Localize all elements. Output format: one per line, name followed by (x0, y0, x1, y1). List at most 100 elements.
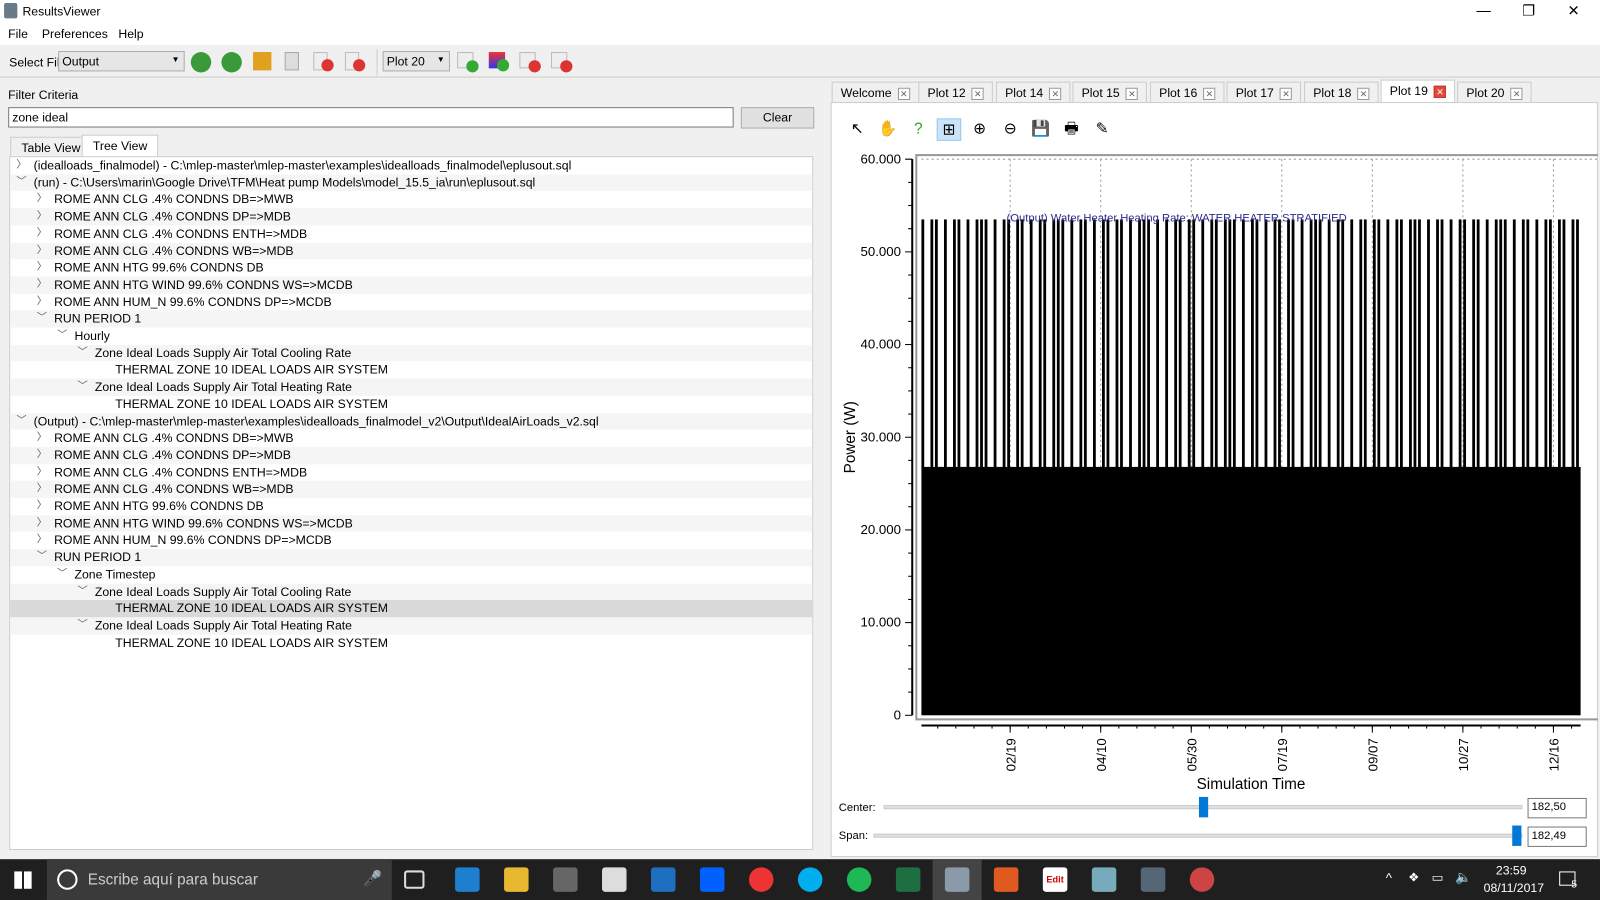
edge-icon[interactable] (455, 867, 480, 892)
clear-button[interactable]: Clear (740, 107, 815, 129)
chevron-right-icon[interactable]: 〉 (37, 259, 47, 276)
minimize-button[interactable]: — (1461, 0, 1506, 22)
chevron-right-icon[interactable]: 〉 (37, 242, 47, 259)
openstudio-icon[interactable] (1140, 867, 1166, 892)
menu-file[interactable]: File (8, 27, 28, 41)
close-tab-icon[interactable]: ✕ (1434, 85, 1447, 98)
save-icon[interactable]: 💾 (1029, 118, 1053, 140)
add-plot-color-icon[interactable] (488, 52, 510, 72)
tree-item[interactable]: ﹀ (Output) - C:\mlep-master\mlep-master\e… (10, 412, 813, 430)
tree-item[interactable]: ﹀ Hourly (10, 328, 812, 345)
select-pointer-icon[interactable]: ↖ (845, 118, 869, 140)
chevron-right-icon[interactable]: 〉 (37, 464, 47, 481)
span-slider-thumb[interactable] (1512, 825, 1522, 846)
close-tab-icon[interactable]: ✕ (897, 87, 910, 100)
chevron-right-icon[interactable]: 〉 (37, 191, 47, 208)
document-icon[interactable] (284, 52, 299, 71)
menu-preferences[interactable]: Preferences (42, 27, 108, 41)
skype-icon[interactable] (797, 867, 823, 892)
spotify-icon[interactable] (846, 867, 872, 892)
resultsviewer-task[interactable] (932, 859, 982, 900)
zoom-box-icon[interactable]: ⊞ (936, 118, 962, 141)
tree-item[interactable]: THERMAL ZONE 10 IDEAL LOADS AIR SYSTEM (10, 396, 812, 413)
windows-start-icon[interactable] (14, 871, 32, 889)
dropbox-tray-icon[interactable]: ❖ (1408, 870, 1419, 884)
task-view-icon[interactable] (404, 870, 425, 889)
chevron-right-icon[interactable]: 〉 (37, 498, 47, 515)
center-spinbox[interactable]: 182,50 (1527, 797, 1587, 819)
file-select[interactable]: Output (58, 51, 185, 72)
chevron-down-icon[interactable]: ﹀ (78, 379, 88, 396)
tree-item[interactable]: ﹀ Zone Timestep (10, 566, 812, 583)
tree-item[interactable]: ﹀ RUN PERIOD 1 (10, 310, 813, 328)
tree-item[interactable]: 〉 ROME ANN HUM_N 99.6% CONDNS DP=>MCDB (10, 293, 812, 310)
file-explorer-icon[interactable] (504, 867, 529, 892)
tree-item[interactable]: 〉 ROME ANN CLG .4% CONDNS DB=>MWB (10, 191, 812, 208)
chevron-down-icon[interactable]: ﹀ (37, 311, 47, 328)
tab-plot-18[interactable]: Plot 18 ✕ (1304, 81, 1379, 103)
show-hidden-icons-icon[interactable]: ^ (1386, 870, 1392, 885)
tree-item[interactable]: 〉 ROME ANN CLG .4% CONDNS DB=>MWB (10, 430, 812, 447)
filter-input[interactable]: zone ideal (8, 107, 734, 128)
chevron-down-icon[interactable]: ﹀ (78, 345, 88, 362)
chevron-right-icon[interactable]: 〉 (16, 157, 26, 174)
chevron-right-icon[interactable]: 〉 (37, 532, 47, 549)
close-tab-icon[interactable]: ✕ (1279, 87, 1293, 100)
clock-time[interactable]: 23:59 (1496, 863, 1527, 877)
chrome-icon[interactable] (748, 867, 774, 892)
defender-icon[interactable] (651, 867, 676, 892)
microphone-icon[interactable]: 🎤 (363, 869, 382, 887)
chevron-right-icon[interactable]: 〉 (37, 208, 47, 225)
close-tab-icon[interactable]: ✕ (1049, 87, 1062, 100)
volume-icon[interactable]: 🔈 (1455, 869, 1472, 885)
tree-item[interactable]: ﹀ Zone Ideal Loads Supply Air Total Cooli… (10, 583, 813, 601)
tree-item[interactable]: 〉 ROME ANN CLG .4% CONDNS WB=>MDB (10, 242, 813, 260)
tab-plot-20[interactable]: Plot 20 ✕ (1457, 81, 1532, 103)
zoom-out-icon[interactable]: ⊖ (998, 118, 1022, 140)
clock-date[interactable]: 08/11/2017 (1484, 881, 1544, 895)
span-slider[interactable] (873, 833, 1523, 838)
chevron-down-icon[interactable]: ﹀ (57, 566, 67, 583)
battery-icon[interactable]: ▭ (1432, 870, 1444, 884)
app-icon-red[interactable] (1189, 867, 1215, 892)
tree-item[interactable]: THERMAL ZONE 10 IDEAL LOADS AIR SYSTEM (10, 634, 812, 651)
pan-hand-icon[interactable]: ✋ (876, 118, 900, 140)
edit-plot-icon[interactable]: ✎ (1090, 118, 1114, 140)
whats-this-help-icon[interactable]: ? (906, 118, 930, 140)
tree-item[interactable]: 〉 ROME ANN HUM_N 99.6% CONDNS DP=>MCDB (10, 532, 812, 549)
tree-item[interactable]: 〉 ROME ANN HTG WIND 99.6% CONDNS WS=>MCDB (10, 276, 813, 294)
tree-item[interactable]: 〉 ROME ANN CLG .4% CONDNS DP=>MDB (10, 208, 813, 226)
tree-item[interactable]: 〉 ROME ANN HTG WIND 99.6% CONDNS WS=>MCDB (10, 514, 813, 533)
close-tab-icon[interactable]: ✕ (971, 87, 985, 100)
tab-plot-14[interactable]: Plot 14 ✕ (995, 81, 1071, 103)
tree-item[interactable]: 〉 ROME ANN CLG .4% CONDNS WB=>MDB (10, 480, 813, 498)
tree-item[interactable]: 〉 ROME ANN CLG .4% CONDNS DP=>MDB (10, 446, 813, 464)
excel-icon[interactable] (895, 867, 921, 892)
tree-item[interactable]: 〉 ROME ANN CLG .4% CONDNS ENTH=>MDB (10, 225, 812, 242)
new-plot-icon[interactable] (457, 52, 479, 73)
tree-item[interactable]: ﹀ Zone Ideal Loads Supply Air Total Heati… (10, 617, 813, 635)
tree-item[interactable]: ﹀ Zone Ideal Loads Supply Air Total Heati… (10, 378, 813, 396)
chevron-right-icon[interactable]: 〉 (37, 515, 47, 532)
tab-welcome[interactable]: Welcome ✕ (831, 81, 920, 103)
print-icon[interactable]: 🖶 (1059, 118, 1083, 140)
tab-plot-19[interactable]: Plot 19 ✕ (1380, 79, 1456, 103)
tab-plot-15[interactable]: Plot 15 ✕ (1072, 81, 1148, 103)
zoom-in-icon[interactable]: ⊕ (967, 118, 991, 140)
chevron-down-icon[interactable]: ﹀ (78, 617, 88, 634)
chevron-right-icon[interactable]: 〉 (37, 276, 47, 293)
close-plot-icon[interactable] (519, 52, 541, 73)
close-all-plots-icon[interactable] (551, 52, 573, 73)
tab-table-view[interactable]: Table View (10, 136, 92, 158)
chevron-down-icon[interactable]: ﹀ (16, 174, 26, 191)
close-file-icon[interactable] (313, 52, 334, 72)
tab-plot-12[interactable]: Plot 12 ✕ (918, 81, 994, 103)
chevron-down-icon[interactable]: ﹀ (16, 413, 26, 430)
center-slider-thumb[interactable] (1198, 796, 1209, 818)
tree-item[interactable]: THERMAL ZONE 10 IDEAL LOADS AIR SYSTEM (10, 600, 813, 618)
span-spinbox[interactable]: 182,49 (1527, 826, 1587, 847)
matlab-icon[interactable] (993, 867, 1019, 892)
store-icon[interactable] (553, 867, 578, 892)
tree-item[interactable]: THERMAL ZONE 10 IDEAL LOADS AIR SYSTEM (10, 362, 812, 379)
open-folder-icon[interactable] (253, 52, 272, 71)
